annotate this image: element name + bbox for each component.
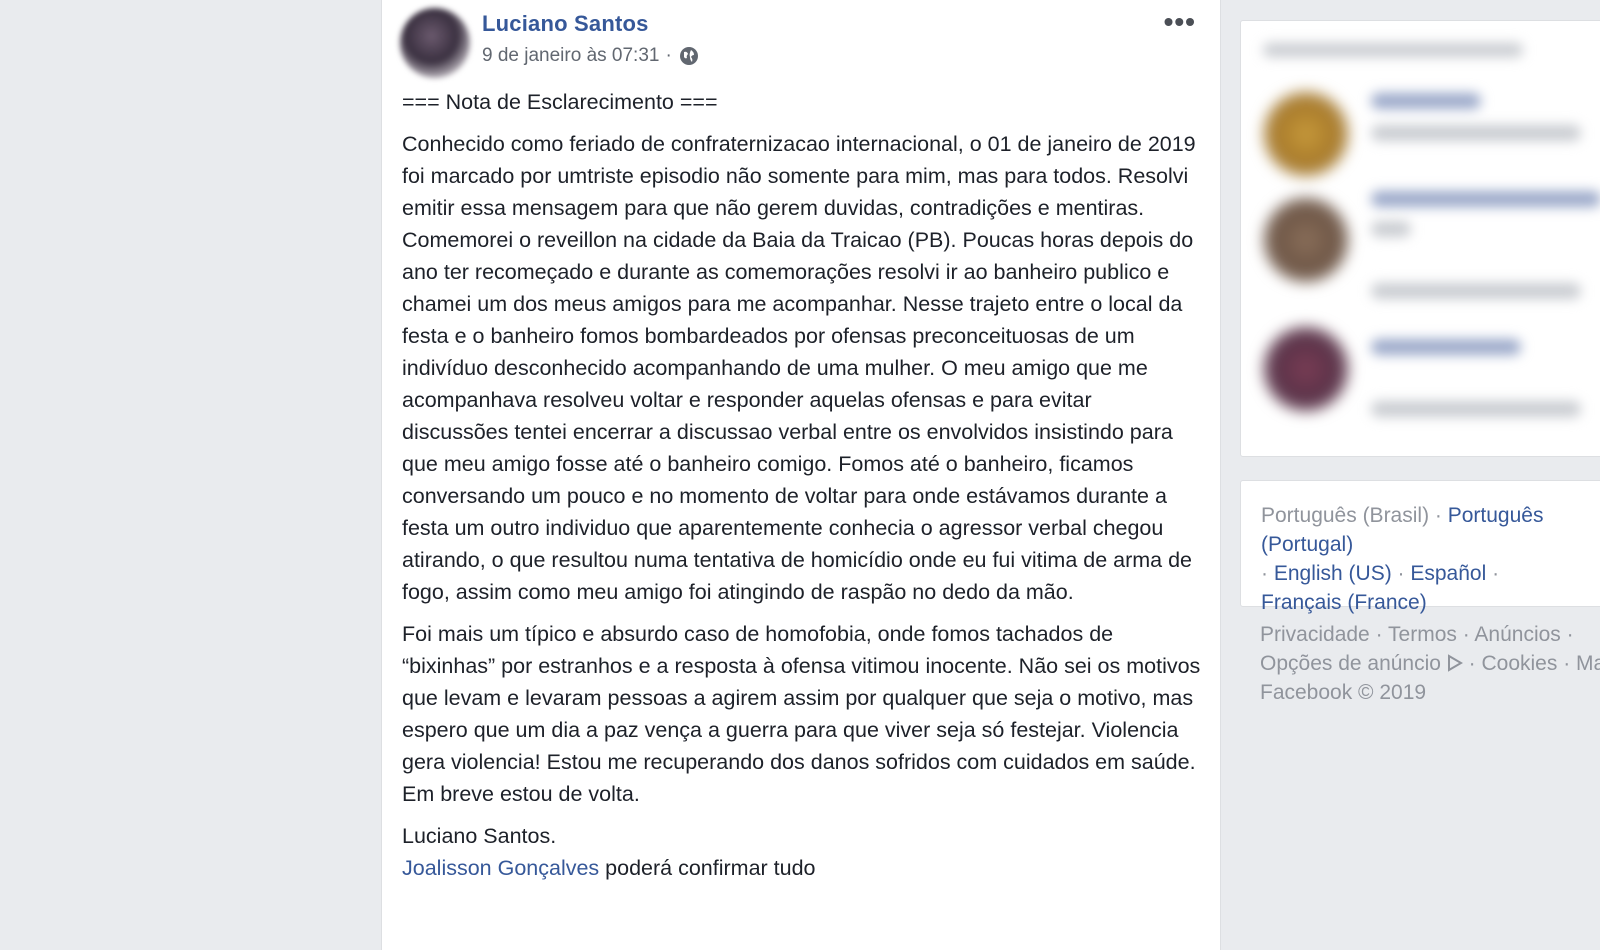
post-signature: Luciano Santos. [402,824,557,848]
footer-sep-3: · [1560,623,1574,646]
lang-sep-2: · [1261,562,1274,585]
blurred-name-2[interactable] [1371,191,1600,207]
footer-cookies-link[interactable]: Cookies [1481,652,1557,675]
blurred-info-2a [1371,221,1411,237]
author-avatar[interactable] [400,8,470,78]
closing-text: poderá confirmar tudo [599,856,816,880]
footer-ads-link[interactable]: Anúncios [1474,623,1560,646]
mention-link[interactable]: Joalisson Gonçalves [402,856,599,880]
blurred-heading [1263,43,1523,57]
footer-copyright: Facebook © 2019 [1260,681,1427,704]
footer-ad-choices-link[interactable]: Opções de anúncio [1260,652,1463,675]
language-es[interactable]: Español [1410,562,1486,585]
ad-choices-label: Opções de anúncio [1260,652,1441,675]
blurred-info-3 [1371,401,1581,417]
language-card: Português (Brasil) · Português (Portugal… [1240,480,1600,614]
post-timestamp[interactable]: 9 de janeiro às 07:31 [482,45,659,67]
blurred-info-1 [1371,125,1581,141]
current-language: Português (Brasil) [1261,504,1430,527]
lang-sep-1: · [1429,504,1448,527]
footer-privacy-link[interactable]: Privacidade [1260,623,1370,646]
post-paragraph-2: Foi mais um típico e absurdo caso de hom… [402,622,1201,806]
meta-separator: · [665,45,672,66]
post-closing: Luciano Santos. Joalisson Gonçalves poder… [402,820,1202,884]
footer-sep-5: · [1557,652,1577,675]
blurred-avatar-1[interactable] [1263,91,1349,177]
page: Luciano Santos 9 de janeiro às 07:31 · •… [0,0,1600,950]
footer-sep-4: · [1462,652,1482,675]
globe-icon[interactable] [678,45,700,67]
post-meta: 9 de janeiro às 07:31 · [482,45,700,67]
footer-links: Privacidade · Termos · Anúncios · Opções… [1260,620,1600,707]
blurred-avatar-3[interactable] [1263,326,1349,412]
lang-sep-3: · [1391,562,1411,585]
footer-terms-link[interactable]: Termos [1388,623,1457,646]
footer-more-link[interactable]: Mais [1576,652,1600,675]
post-author[interactable]: Luciano Santos [482,11,649,37]
blurred-info-2b [1371,283,1581,299]
more-options-icon[interactable]: ••• [1164,6,1196,38]
footer-sep-2: · [1456,623,1475,646]
post-body: === Nota de Esclarecimento === Conhecido… [402,86,1202,884]
footer-sep-1: · [1369,623,1389,646]
post-heading: === Nota de Esclarecimento === [402,90,718,114]
blurred-avatar-2[interactable] [1263,197,1349,283]
post-paragraph-1: Conhecido como feriado de confraternizac… [402,132,1196,604]
lang-sep-4: · [1486,562,1500,585]
adchoices-icon [1447,651,1463,672]
post-card: Luciano Santos 9 de janeiro às 07:31 · •… [381,0,1221,950]
blurred-name-3[interactable] [1371,339,1521,355]
blurred-suggestions-card [1240,20,1600,457]
language-en-us[interactable]: English (US) [1274,562,1392,585]
language-fr[interactable]: Français (France) [1261,591,1427,614]
blurred-name-1[interactable] [1371,93,1481,109]
